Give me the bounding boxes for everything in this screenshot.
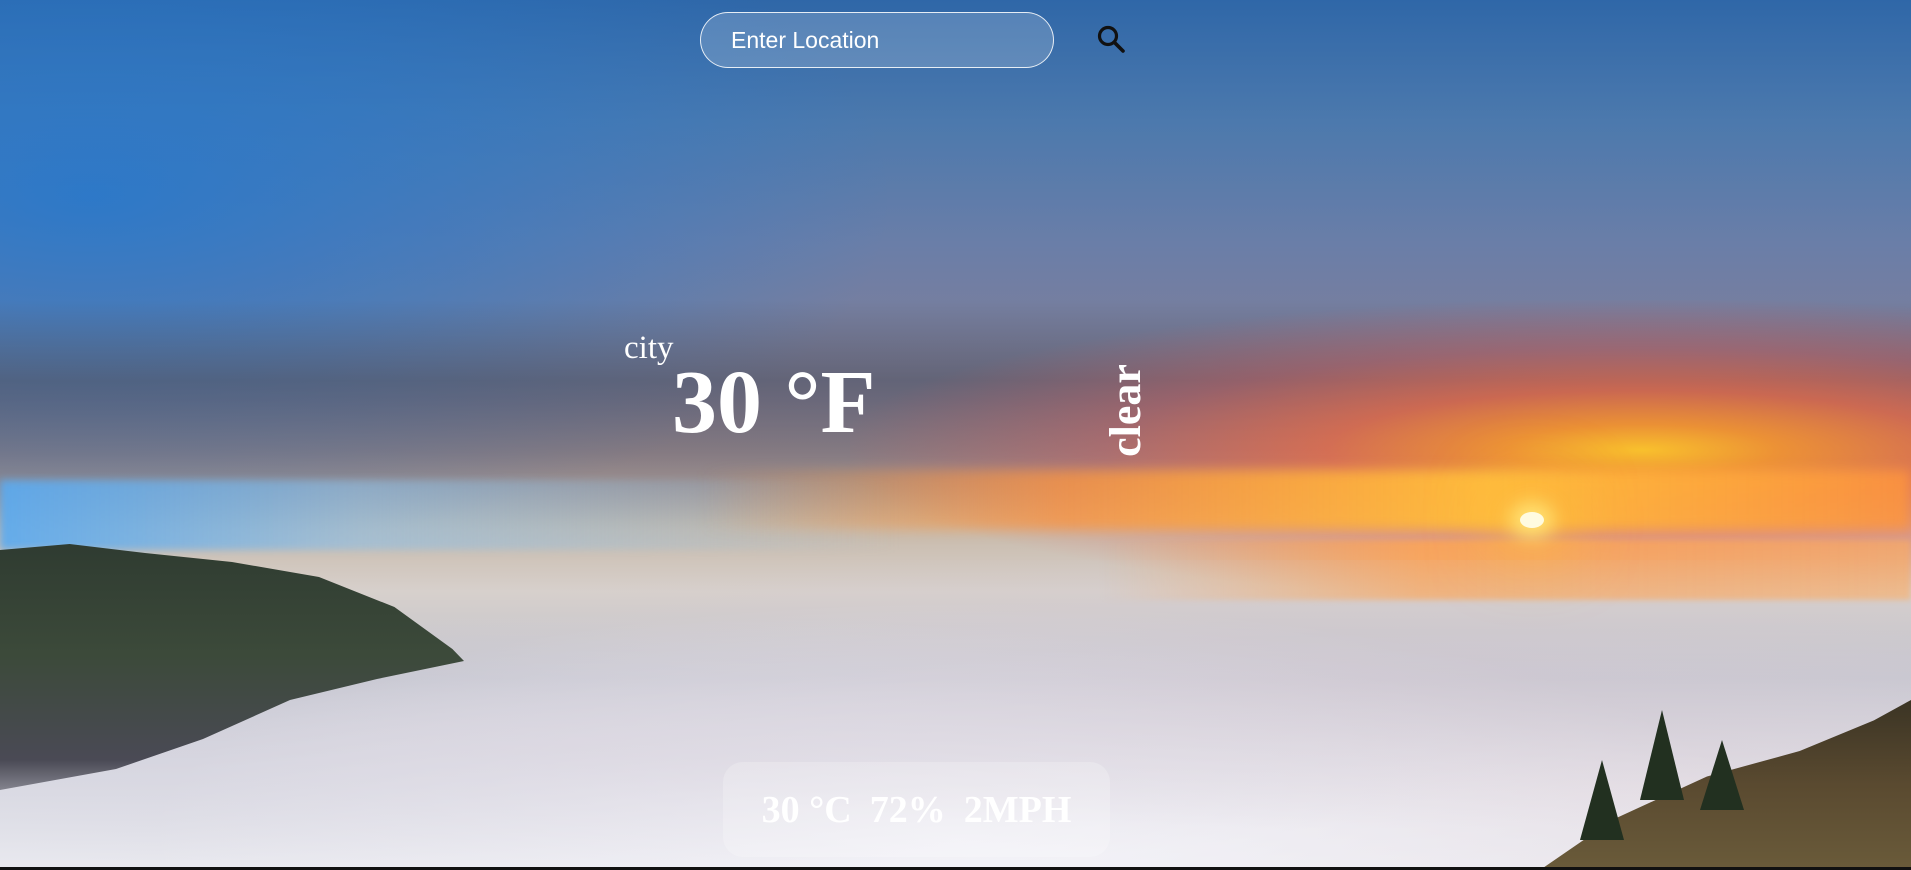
temperature-value: 30: [672, 353, 785, 452]
city-name: city: [624, 330, 674, 366]
weather-details-panel: 30 °C 72% 2MPH: [723, 762, 1110, 857]
sunset-band: [700, 470, 1911, 530]
condition-label: clear: [1100, 363, 1150, 457]
pine-tree: [1640, 710, 1684, 800]
search-icon: [1097, 25, 1125, 53]
location-search-input[interactable]: [700, 12, 1054, 68]
sun: [1520, 512, 1544, 528]
temperature-display: 30 °F: [672, 358, 875, 448]
weather-condition: clear: [1080, 350, 1170, 470]
temperature-celsius-unit: °C: [809, 788, 852, 831]
pine-tree: [1580, 760, 1624, 840]
temperature-celsius: 30 °C: [762, 788, 852, 832]
wind-speed-value: 2MPH: [963, 788, 1072, 831]
humidity-value: 72%: [869, 788, 946, 831]
temperature-celsius-value: 30: [761, 788, 810, 831]
pine-tree: [1700, 740, 1744, 810]
search-button[interactable]: [1092, 20, 1130, 58]
weather-app: city 30 °F clear 30 °C 72% 2MPH: [0, 0, 1911, 870]
temperature-unit: °F: [784, 353, 876, 452]
